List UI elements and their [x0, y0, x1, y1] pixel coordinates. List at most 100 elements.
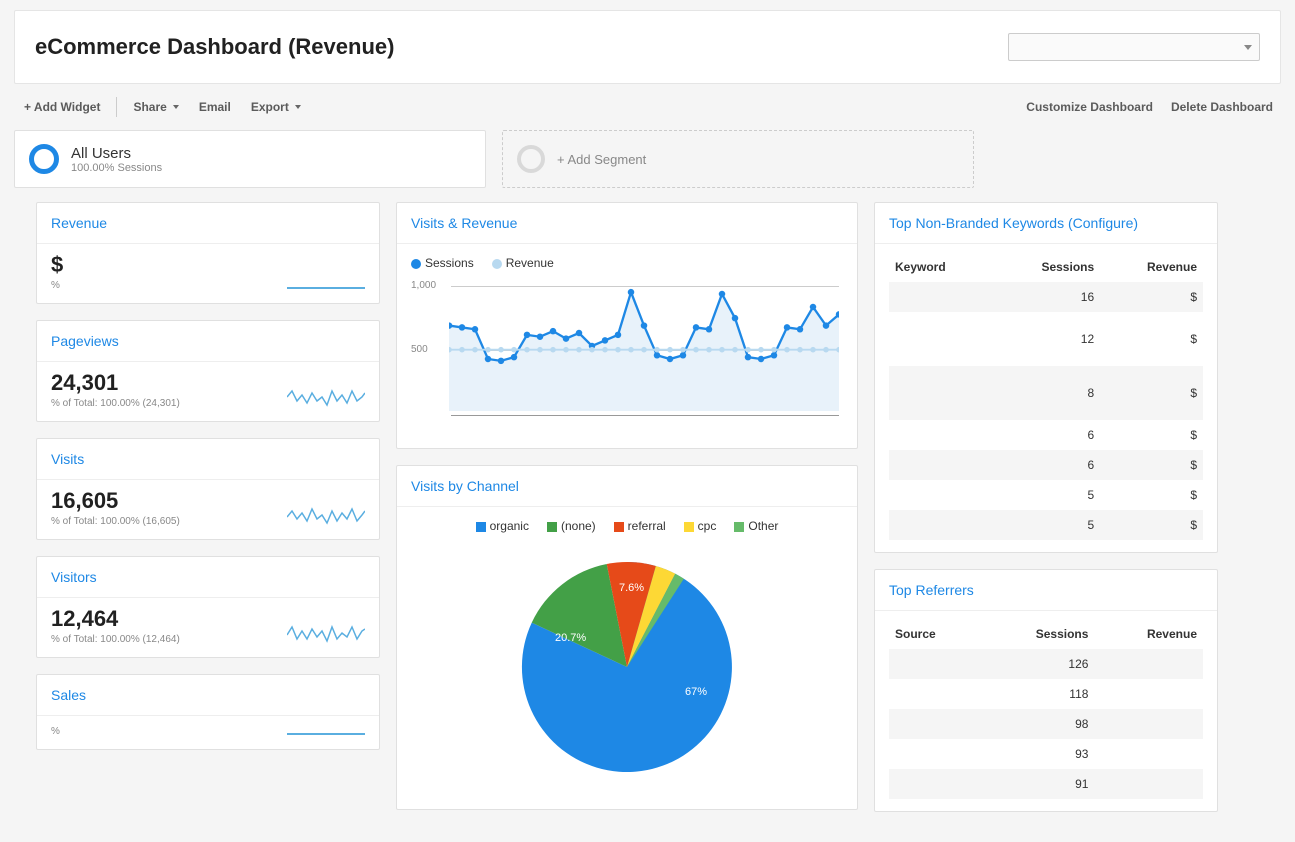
segment-circle-icon [29, 144, 59, 174]
add-segment-label: + Add Segment [557, 152, 646, 167]
pie-label-organic: 67% [685, 686, 707, 698]
dot-icon [411, 259, 421, 269]
pageviews-sparkline [287, 383, 365, 409]
share-button[interactable]: Share [123, 96, 188, 118]
widget-visits: Visits 16,605 % of Total: 100.00% (16,60… [36, 438, 380, 540]
toolbar-right: Customize Dashboard Delete Dashboard [1026, 100, 1273, 114]
email-button[interactable]: Email [189, 96, 241, 118]
widget-top-keywords: Top Non-Branded Keywords (Configure) Key… [874, 202, 1218, 553]
caret-down-icon [295, 105, 301, 109]
widget-title[interactable]: Sales [37, 675, 379, 716]
customize-dashboard-button[interactable]: Customize Dashboard [1026, 100, 1153, 114]
table-row[interactable]: 12$ [889, 312, 1203, 366]
widget-visits-revenue: Visits & Revenue Sessions Revenue 1,000 … [396, 202, 858, 449]
toolbar: + Add Widget Share Email Export Customiz… [14, 84, 1281, 130]
widget-sales: Sales % [36, 674, 380, 750]
header-select[interactable] [1008, 33, 1260, 61]
segments-row: All Users 100.00% Sessions + Add Segment [14, 130, 1281, 202]
revenue-sparkline [287, 285, 365, 289]
table-row[interactable]: 91 [889, 769, 1203, 799]
table-row[interactable]: 126 [889, 649, 1203, 679]
dashboard-grid: Revenue $ % Pageviews 2 [14, 202, 1281, 832]
caret-down-icon [173, 105, 179, 109]
page-title: eCommerce Dashboard (Revenue) [35, 34, 394, 60]
header-select-wrap [1008, 33, 1260, 61]
widget-title[interactable]: Top Referrers [875, 570, 1217, 611]
visits-revenue-chart: 1,000 500 $0.00 [411, 276, 843, 436]
widget-revenue: Revenue $ % [36, 202, 380, 304]
widget-title[interactable]: Pageviews [37, 321, 379, 362]
table-row[interactable]: 98 [889, 709, 1203, 739]
table-row[interactable]: 5$ [889, 480, 1203, 510]
col-sessions: Sessions [993, 252, 1100, 282]
table-row[interactable]: 5$ [889, 510, 1203, 540]
sales-sub: % [51, 726, 60, 737]
widget-title[interactable]: Visits & Revenue [397, 203, 857, 244]
segment-title: All Users [71, 145, 162, 162]
column-left: Revenue $ % Pageviews 2 [36, 202, 380, 750]
add-segment-button[interactable]: + Add Segment [502, 130, 974, 188]
legend-none: (none) [561, 519, 596, 533]
pie-chart-svg: 67% 20.7% 7.6% [517, 557, 737, 777]
segment-all-users[interactable]: All Users 100.00% Sessions [14, 130, 486, 188]
square-icon [614, 522, 624, 532]
square-icon [684, 522, 694, 532]
toolbar-separator [116, 97, 117, 117]
referrers-table: Source Sessions Revenue 126 118 98 93 91 [889, 619, 1203, 799]
legend-revenue: Revenue [506, 256, 554, 270]
visits-sub: % of Total: 100.00% (16,605) [51, 516, 180, 527]
revenue-value: $ [51, 252, 63, 278]
visits-sparkline [287, 501, 365, 527]
table-row[interactable]: 8$ [889, 366, 1203, 420]
visitors-sparkline [287, 619, 365, 645]
widget-pageviews: Pageviews 24,301 % of Total: 100.00% (24… [36, 320, 380, 422]
visits-revenue-legend: Sessions Revenue [411, 252, 843, 276]
legend-sessions: Sessions [425, 256, 474, 270]
pie-label-none: 20.7% [555, 632, 586, 644]
keywords-table: Keyword Sessions Revenue 16$ 12$ 8$ 6$ 6… [889, 252, 1203, 540]
widget-title[interactable]: Revenue [37, 203, 379, 244]
widget-title[interactable]: Visitors [37, 557, 379, 598]
dot-icon [492, 259, 502, 269]
widget-visitors: Visitors 12,464 % of Total: 100.00% (12,… [36, 556, 380, 658]
line-chart-svg [449, 276, 839, 416]
legend-cpc: cpc [698, 519, 717, 533]
widget-title[interactable]: Top Non-Branded Keywords (Configure) [875, 203, 1217, 244]
column-right: Top Non-Branded Keywords (Configure) Key… [874, 202, 1218, 812]
widget-title[interactable]: Visits [37, 439, 379, 480]
pie-chart-container: 67% 20.7% 7.6% [411, 539, 843, 797]
table-row[interactable]: 6$ [889, 420, 1203, 450]
col-revenue: Revenue [1094, 619, 1203, 649]
channels-legend: organic (none) referral cpc Other [411, 515, 843, 539]
table-row[interactable]: 6$ [889, 450, 1203, 480]
table-row[interactable]: 16$ [889, 282, 1203, 312]
header-card: eCommerce Dashboard (Revenue) [14, 10, 1281, 84]
visitors-sub: % of Total: 100.00% (12,464) [51, 634, 180, 645]
widget-visits-by-channel: Visits by Channel organic (none) referra… [396, 465, 858, 810]
pageviews-sub: % of Total: 100.00% (24,301) [51, 398, 180, 409]
add-widget-button[interactable]: + Add Widget [14, 96, 110, 118]
visits-value: 16,605 [51, 488, 180, 514]
segment-subtitle: 100.00% Sessions [71, 162, 162, 174]
pageviews-value: 24,301 [51, 370, 180, 396]
visitors-value: 12,464 [51, 606, 180, 632]
sales-sparkline [287, 731, 365, 735]
col-revenue: Revenue [1100, 252, 1203, 282]
column-middle: Visits & Revenue Sessions Revenue 1,000 … [396, 202, 858, 810]
col-source: Source [889, 619, 981, 649]
widget-title[interactable]: Visits by Channel [397, 466, 857, 507]
delete-dashboard-button[interactable]: Delete Dashboard [1171, 100, 1273, 114]
toolbar-left: + Add Widget Share Email Export [14, 96, 311, 118]
segment-circle-placeholder-icon [517, 145, 545, 173]
y-axis-label: 1,000 [411, 280, 436, 291]
widget-top-referrers: Top Referrers Source Sessions Revenue 12… [874, 569, 1218, 812]
legend-other: Other [748, 519, 778, 533]
table-row[interactable]: 118 [889, 679, 1203, 709]
table-row[interactable]: 93 [889, 739, 1203, 769]
col-keyword: Keyword [889, 252, 993, 282]
export-button[interactable]: Export [241, 96, 311, 118]
square-icon [734, 522, 744, 532]
square-icon [476, 522, 486, 532]
legend-organic: organic [490, 519, 529, 533]
square-icon [547, 522, 557, 532]
